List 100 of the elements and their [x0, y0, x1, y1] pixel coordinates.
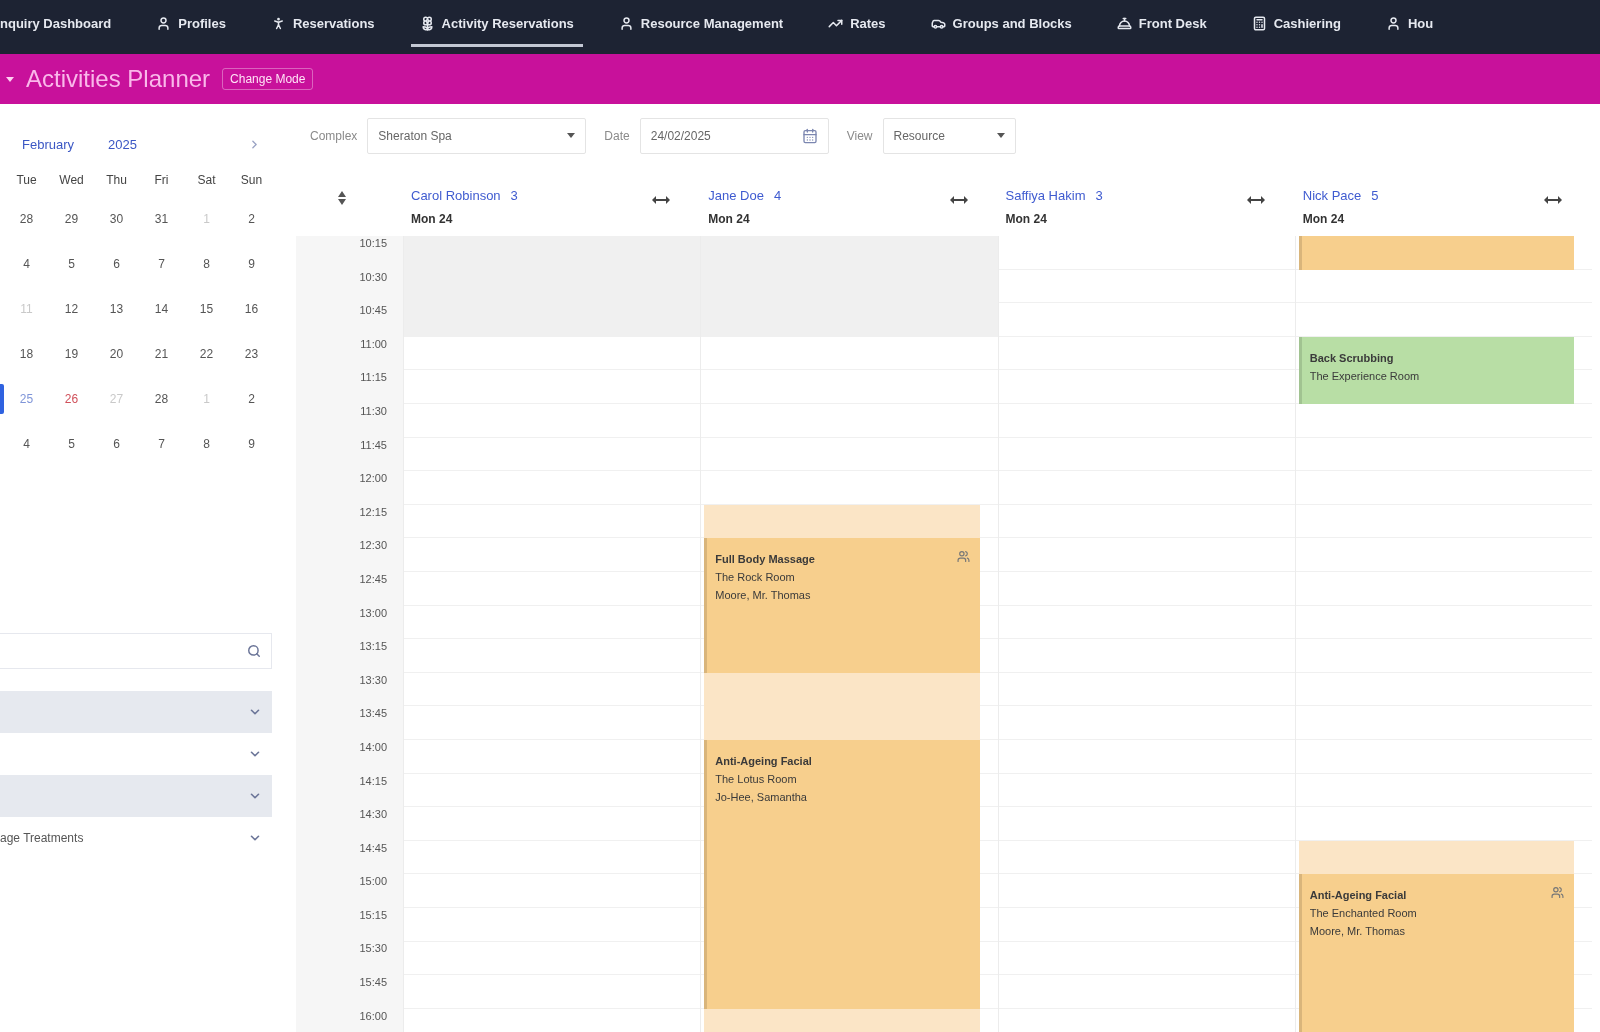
calendar-day[interactable]: 13 — [106, 299, 127, 318]
calendar-day[interactable]: 29 — [61, 209, 82, 228]
calendar-day[interactable]: 9 — [245, 434, 258, 453]
booking-block[interactable]: Back Scrubbing The Experience Room — [1298, 336, 1574, 404]
calendar-day[interactable]: 19 — [61, 344, 82, 363]
resource-name-link[interactable]: Saffiya Hakim — [1005, 187, 1086, 203]
time-label: 15:30 — [359, 942, 387, 955]
calendar-day[interactable]: 4 — [20, 434, 33, 453]
double-arrow-icon — [652, 196, 671, 204]
nav-tab[interactable]: Reservations — [261, 0, 384, 47]
booking-block[interactable]: Full Body Massage The Rock Room Moore, Mr. Thomas — [704, 538, 980, 673]
resource-name-link[interactable]: Nick Pace — [1302, 187, 1362, 203]
time-label: 16:00 — [359, 1009, 387, 1022]
calendar-day[interactable]: 8 — [200, 254, 213, 273]
time-label: 11:45 — [360, 438, 387, 451]
resource-name-link[interactable]: Jane Doe — [708, 187, 764, 203]
booking-block[interactable]: Anti-Ageing Facial The Lotus Room Jo-Hee, Samantha — [704, 740, 980, 1009]
calendar-day[interactable]: 21 — [151, 344, 172, 363]
calendar-day[interactable]: 28 — [151, 389, 172, 408]
time-label: 13:45 — [359, 707, 387, 720]
time-label: 11:15 — [360, 371, 387, 384]
nav-tab[interactable]: nquiry Dashboard — [0, 0, 121, 47]
expand-button[interactable] — [949, 196, 968, 204]
resource-name-link[interactable]: Carol Robinson — [411, 187, 501, 203]
booking-block[interactable]: Anti-Ageing Facial The Enchanted Room Moore, Mr. Thomas — [1298, 874, 1574, 1032]
person-icon — [618, 16, 634, 31]
calendar-day[interactable]: 20 — [106, 344, 127, 363]
calendar-icon — [801, 127, 818, 144]
expand-button[interactable] — [652, 196, 671, 204]
calendar-day[interactable]: 12 — [61, 299, 82, 318]
time-label: 14:15 — [359, 774, 387, 787]
calendar-day[interactable]: 31 — [151, 209, 172, 228]
nav-tab[interactable]: Groups and Blocks — [921, 0, 1081, 47]
calendar-day[interactable]: 8 — [200, 434, 213, 453]
time-label: 10:30 — [359, 270, 387, 283]
booking-title: Full Body Massage — [715, 552, 816, 568]
double-arrow-icon — [1246, 196, 1265, 204]
weekday-label: Tue — [16, 173, 37, 187]
calendar-day[interactable]: 18 — [16, 344, 37, 363]
column-date: Mon 24 — [708, 212, 751, 226]
resource-count: 5 — [1371, 187, 1379, 203]
calendar-day[interactable]: 6 — [110, 434, 123, 453]
calendar-day[interactable]: 9 — [245, 254, 258, 273]
nav-tab[interactable]: Activity Reservations — [410, 0, 583, 47]
booking-title: Back Scrubbing — [1309, 350, 1395, 366]
nav-tab[interactable]: Front Desk — [1107, 0, 1216, 47]
time-label: 13:00 — [359, 606, 387, 619]
time-label: 10:45 — [359, 304, 387, 317]
nav-tab[interactable]: Hou — [1376, 0, 1443, 47]
year-link[interactable]: 2025 — [108, 136, 137, 152]
sort-button[interactable] — [338, 191, 346, 205]
time-label: 12:00 — [359, 472, 387, 485]
calendar-day[interactable]: 14 — [151, 299, 172, 318]
nav-tab[interactable]: Resource Management — [609, 0, 793, 47]
time-label: 13:30 — [359, 673, 387, 686]
search-field[interactable] — [0, 633, 272, 669]
calendar-day[interactable]: 23 — [241, 344, 262, 363]
calendar-day[interactable]: 28 — [16, 209, 37, 228]
calendar-day[interactable]: 22 — [196, 344, 217, 363]
nav-tab[interactable]: Profiles — [147, 0, 235, 47]
expand-button[interactable] — [1544, 196, 1562, 204]
column-date: Mon 24 — [1302, 212, 1346, 226]
weekday-label: Wed — [59, 173, 84, 187]
calendar-day[interactable]: 26 — [61, 389, 82, 408]
calendar-day[interactable]: 16 — [241, 299, 262, 318]
calculator-icon — [1251, 16, 1267, 31]
calendar-day[interactable]: 15 — [196, 299, 217, 318]
time-label: 15:15 — [359, 908, 387, 921]
time-label: 12:30 — [359, 539, 387, 552]
calendar-day[interactable]: 7 — [155, 254, 168, 273]
calendar-day[interactable]: 2 — [245, 389, 258, 408]
search-icon — [247, 644, 261, 658]
caret-down-icon — [567, 133, 576, 138]
expand-button[interactable] — [1246, 196, 1265, 204]
mode-label: Change Mode — [222, 68, 314, 90]
time-label: 11:00 — [360, 337, 387, 350]
view-select[interactable]: Resource — [882, 117, 1016, 154]
nav-tab[interactable]: Rates — [819, 0, 895, 47]
resource-count: 3 — [510, 187, 518, 203]
calendar-day[interactable]: 7 — [155, 434, 168, 453]
calendar-day[interactable]: 2 — [245, 209, 258, 228]
calendar-day[interactable]: 6 — [110, 254, 123, 273]
complex-select[interactable]: Sheraton Spa — [367, 117, 587, 154]
time-label: 14:00 — [359, 740, 387, 753]
booking-title: Anti-Ageing Facial — [715, 754, 813, 769]
collapse-button[interactable] — [6, 76, 14, 82]
calendar-day[interactable]: 30 — [106, 209, 127, 228]
date-field[interactable]: 24/02/2025 — [639, 117, 829, 154]
calendar-day[interactable]: 5 — [65, 254, 78, 273]
time-label: 14:30 — [359, 808, 387, 821]
calendar-day[interactable]: 4 — [20, 254, 33, 273]
bell-icon — [1116, 16, 1132, 31]
month-link[interactable]: February — [22, 136, 75, 152]
date-label: Date — [604, 128, 630, 143]
time-label: 13:15 — [359, 640, 387, 653]
time-label: 12:45 — [359, 572, 387, 585]
double-arrow-icon — [949, 196, 968, 204]
calendar-day[interactable]: 5 — [65, 434, 78, 453]
person-icon — [1385, 16, 1401, 31]
nav-tab[interactable]: Cashiering — [1242, 0, 1350, 47]
